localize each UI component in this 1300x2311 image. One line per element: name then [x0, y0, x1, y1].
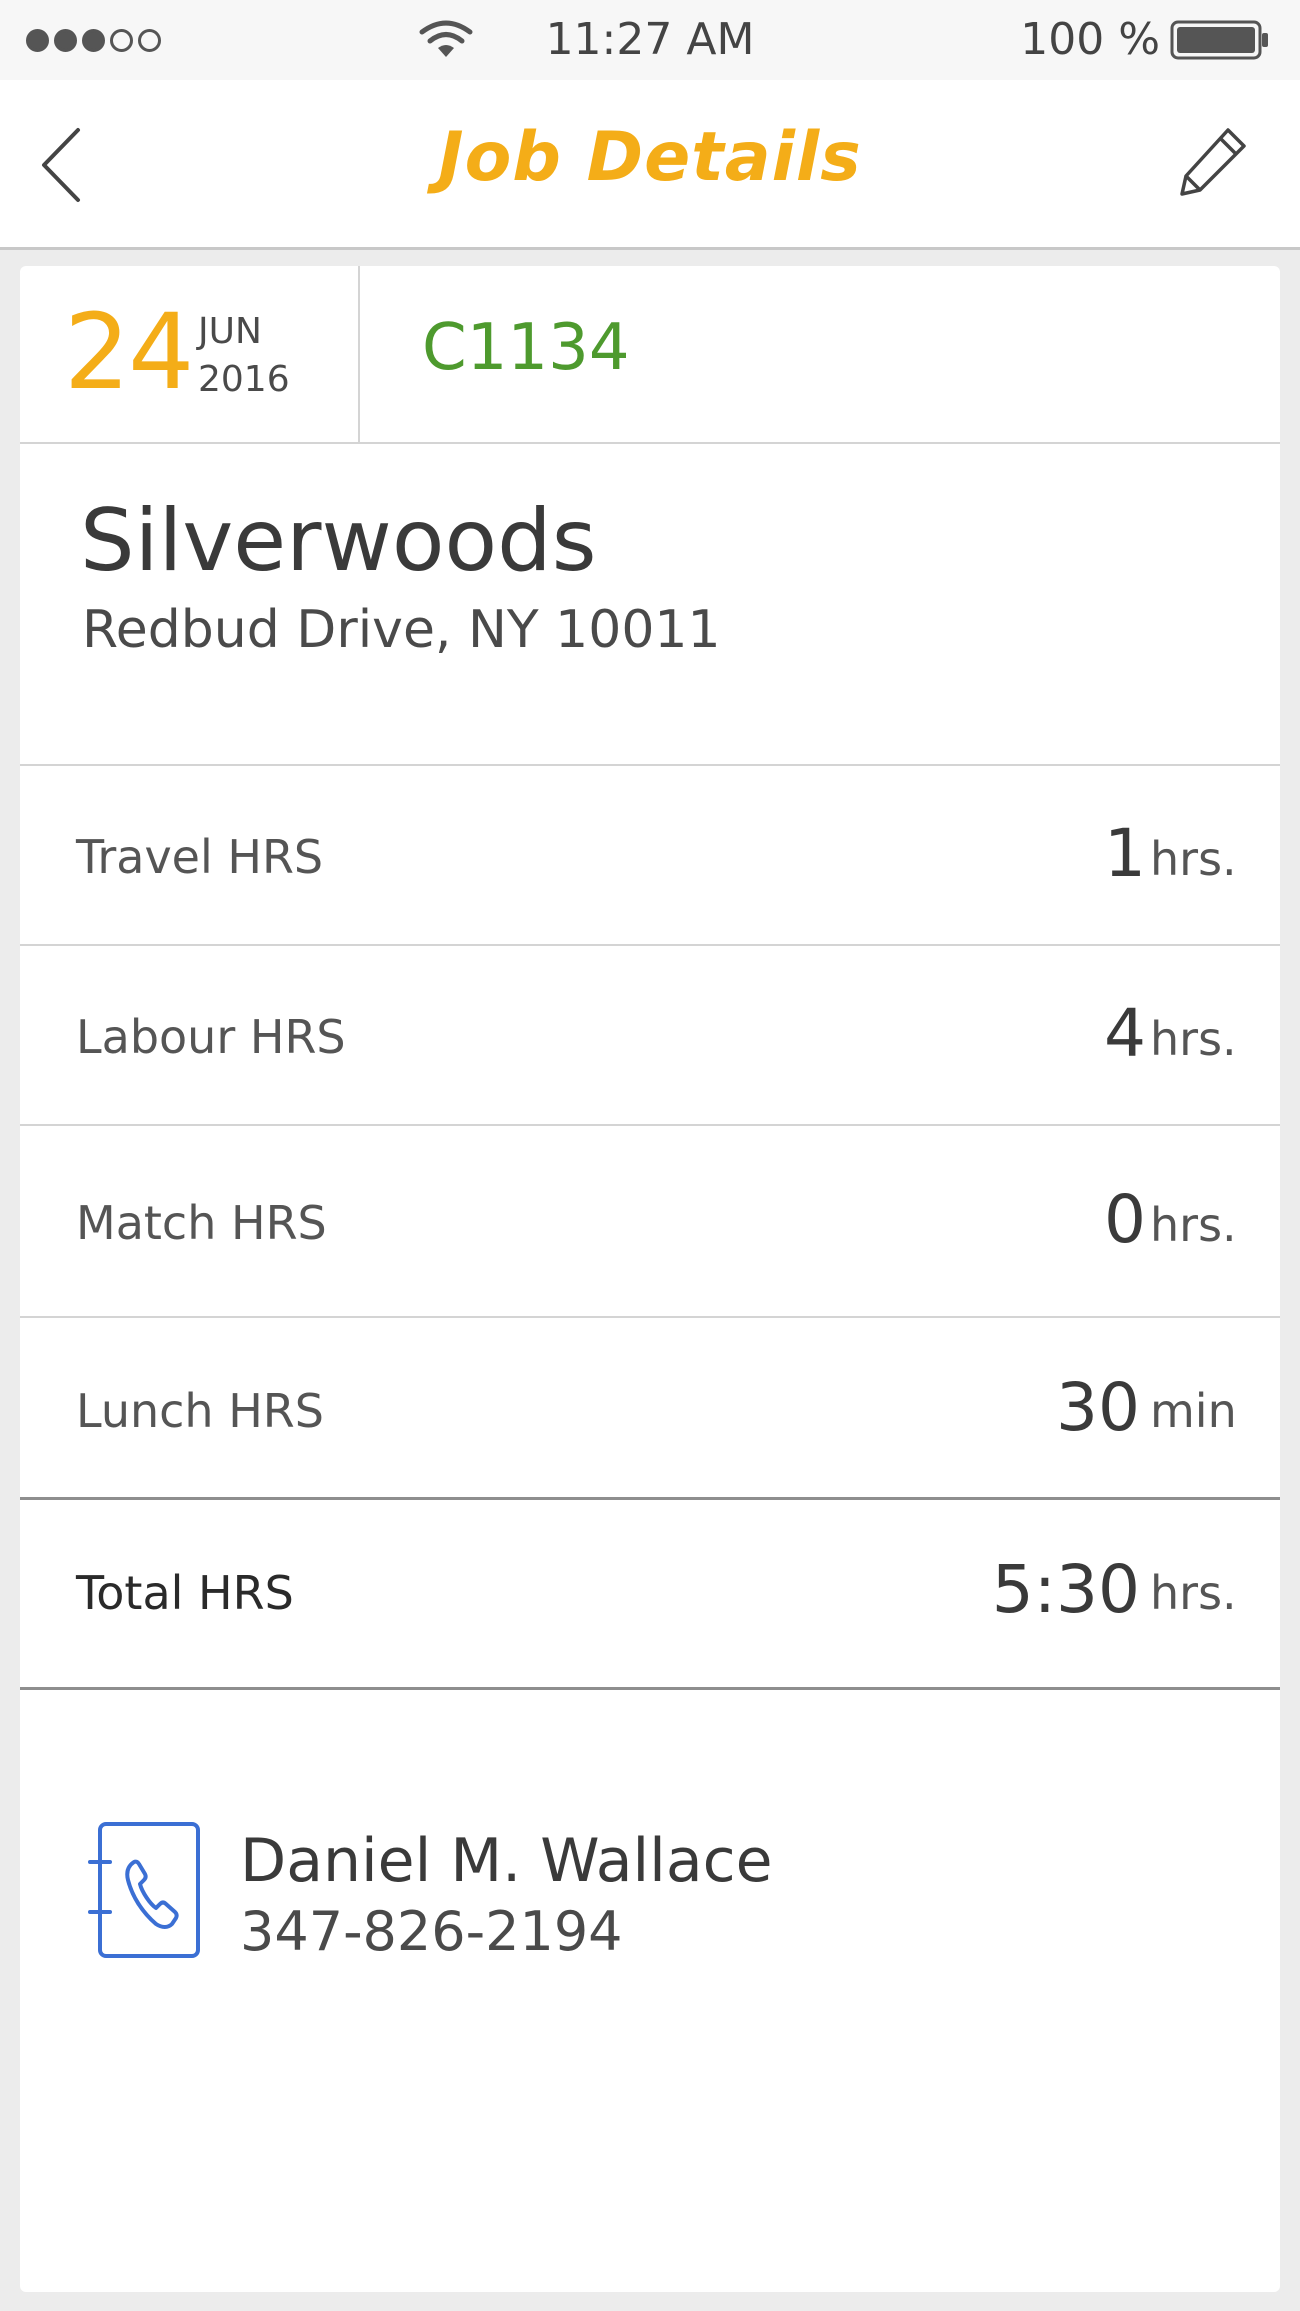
job-location: Silverwoods Redbud Drive, NY 10011 — [20, 444, 1280, 766]
phone-book-icon[interactable] — [88, 1820, 202, 1960]
hours-label: Labour HRS — [76, 1010, 346, 1064]
hours-label: Travel HRS — [76, 830, 324, 884]
battery-percentage: 100 % — [1020, 14, 1160, 65]
travel-hours-row: Travel HRS 1 hrs. — [20, 766, 1280, 946]
status-bar: 11:27 AM 100 % — [0, 0, 1300, 80]
job-date-day: 24 — [64, 291, 194, 413]
hours-value: 4 — [1104, 995, 1146, 1072]
job-date-year: 2016 — [198, 359, 290, 400]
page-title: Job Details — [438, 118, 862, 197]
job-header-row: 24 JUN 2016 C1134 — [20, 266, 1280, 444]
total-hours-row: Total HRS 5:30 hrs. — [20, 1500, 1280, 1690]
hours-unit: hrs. — [1150, 832, 1237, 886]
contact-phone[interactable]: 347-826-2194 — [240, 1902, 623, 1962]
job-date: 24 JUN 2016 — [20, 266, 360, 444]
battery-icon — [1170, 20, 1268, 60]
total-hours-unit: hrs. — [1150, 1566, 1237, 1620]
hours-unit: min — [1150, 1384, 1237, 1438]
total-hours-label: Total HRS — [76, 1566, 294, 1620]
hours-label: Match HRS — [76, 1196, 327, 1250]
hours-value: 1 — [1104, 815, 1146, 892]
hours-value: 30 — [1056, 1369, 1140, 1446]
nav-bar: Job Details — [0, 80, 1300, 250]
location-name: Silverwoods — [80, 491, 597, 591]
contact-name: Daniel M. Wallace — [240, 1826, 773, 1896]
match-hours-row: Match HRS 0 hrs. — [20, 1126, 1280, 1318]
lunch-hours-row: Lunch HRS 30 min — [20, 1318, 1280, 1500]
hours-unit: hrs. — [1150, 1012, 1237, 1066]
job-details-card: 24 JUN 2016 C1134 Silverwoods Redbud Dri… — [20, 266, 1280, 2292]
hours-label: Lunch HRS — [76, 1384, 324, 1438]
job-code: C1134 — [422, 311, 630, 385]
labour-hours-row: Labour HRS 4 hrs. — [20, 946, 1280, 1126]
location-address: Redbud Drive, NY 10011 — [82, 600, 721, 660]
pencil-icon[interactable] — [1176, 124, 1250, 198]
hours-unit: hrs. — [1150, 1198, 1237, 1252]
total-hours-value: 5:30 — [991, 1551, 1140, 1628]
job-date-month: JUN — [198, 311, 262, 352]
contact-section[interactable]: Daniel M. Wallace 347-826-2194 — [20, 1690, 1280, 1990]
hours-value: 0 — [1104, 1181, 1146, 1258]
